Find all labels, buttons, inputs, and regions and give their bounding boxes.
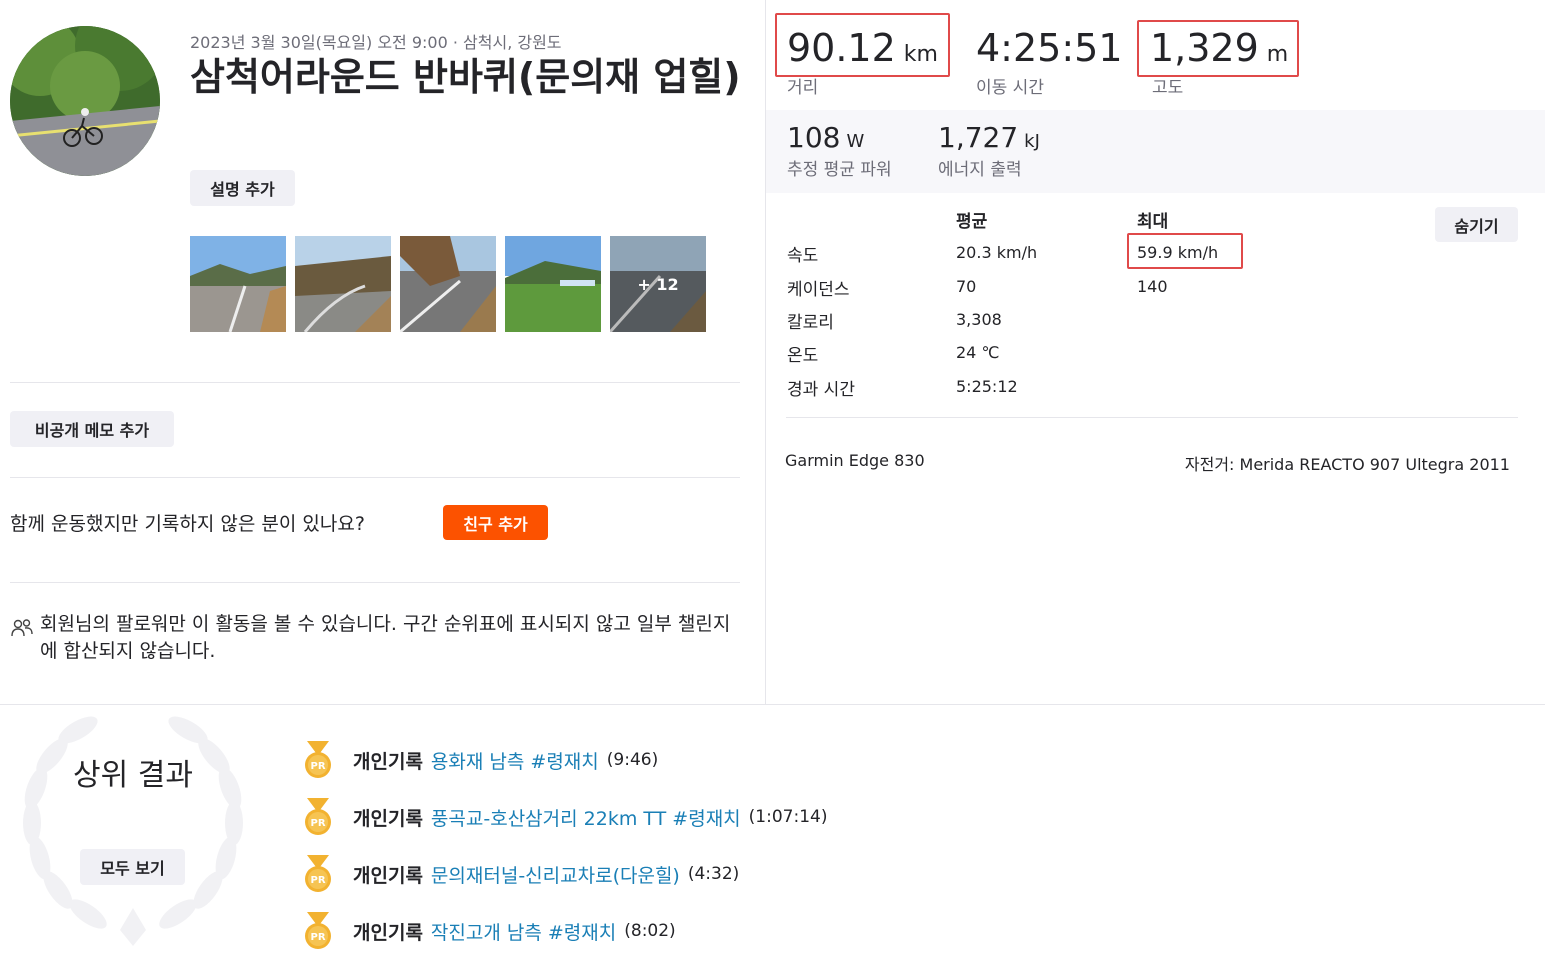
svg-text:PR: PR: [310, 818, 325, 829]
divider: [10, 477, 740, 478]
speed-avg: 20.3 km/h: [956, 243, 1038, 262]
pr-list-item: PR 개인기록 용화재 남측 #령재치 (9:46): [303, 740, 658, 780]
cadence-avg: 70: [956, 277, 977, 296]
pr-time: (9:46): [606, 750, 659, 770]
segment-link[interactable]: 용화재 남측 #령재치: [431, 747, 599, 774]
calories-avg: 3,308: [956, 310, 1002, 329]
pr-time: (4:32): [687, 864, 740, 884]
activity-meta: 2023년 3월 30일(목요일) 오전 9:00 · 삼척시, 강원도: [190, 33, 562, 52]
avatar-photo: [10, 26, 160, 176]
power-value: 108 W: [787, 121, 865, 154]
photo-more[interactable]: + 12: [610, 236, 706, 332]
pr-medal-icon: PR: [305, 912, 331, 949]
col-header-avg: 평균: [956, 212, 988, 232]
add-friend-button[interactable]: 친구 추가: [443, 505, 548, 540]
add-private-note-button[interactable]: 비공개 메모 추가: [10, 411, 174, 447]
pr-list-item: PR 개인기록 풍곡교-호산삼거리 22km TT #령재치 (1:07:14): [303, 797, 827, 837]
top-results-title: 상위 결과: [73, 758, 193, 793]
athlete-avatar[interactable]: [10, 26, 160, 176]
segment-link[interactable]: 풍곡교-호산삼거리 22km TT #령재치: [431, 804, 741, 831]
followers-icon: [10, 617, 34, 639]
pr-time: (8:02): [624, 921, 676, 941]
svg-text:PR: PR: [310, 761, 325, 772]
col-header-max: 최대: [1137, 212, 1169, 232]
pr-medal-icon: PR: [305, 798, 331, 835]
bike-name[interactable]: 자전거: Merida REACTO 907 Ultegra 2011: [1185, 451, 1510, 475]
divider: [10, 382, 740, 383]
privacy-notice: 회원님의 팔로워만 이 활동을 볼 수 있습니다. 구간 순위표에 표시되지 않…: [40, 613, 731, 662]
photo-strip: + 12: [190, 236, 706, 332]
moving-time-value: 4:25:51: [976, 26, 1123, 70]
more-photos-count: + 12: [637, 274, 679, 294]
pr-list-item: PR 개인기록 문의재터널-신리교차로(다운힐) (4:32): [303, 854, 739, 894]
pr-list-item: PR 개인기록 작진고개 남측 #령재치 (8:02): [303, 911, 676, 951]
distance-value: 90.12 km: [787, 26, 938, 70]
elevation-label: 고도: [1152, 78, 1184, 98]
elevation-value: 1,329 m: [1150, 26, 1289, 70]
photo-thumbnail[interactable]: [190, 236, 286, 332]
pr-kind: 개인기록: [353, 750, 423, 773]
hide-details-button[interactable]: 숨기기: [1435, 207, 1518, 242]
row-label-cadence: 케이던스: [787, 280, 850, 300]
device-name: Garmin Edge 830: [785, 451, 925, 470]
section-divider: [0, 704, 1545, 705]
panel-divider: [765, 0, 766, 704]
pr-kind: 개인기록: [353, 807, 423, 830]
with-friends-question: 함께 운동했지만 기록하지 않은 분이 있나요?: [10, 513, 365, 535]
temperature-avg: 24 ℃: [956, 343, 1000, 362]
divider: [786, 417, 1518, 418]
moving-time-label: 이동 시간: [976, 78, 1044, 98]
row-label-speed: 속도: [787, 246, 819, 266]
activity-title: 삼척어라운드 반바퀴(문의재 업힐): [190, 55, 741, 99]
speed-max: 59.9 km/h: [1137, 243, 1219, 262]
add-description-button[interactable]: 설명 추가: [190, 170, 295, 206]
pr-time: (1:07:14): [748, 807, 828, 827]
power-label: 추정 평균 파워: [787, 160, 892, 180]
photo-thumbnail[interactable]: [295, 236, 391, 332]
laurel-wreath-icon: [23, 716, 243, 946]
see-all-button[interactable]: 모두 보기: [80, 849, 185, 885]
pr-medal-icon: PR: [305, 741, 331, 778]
distance-label: 거리: [787, 78, 819, 98]
elapsed-time-avg: 5:25:12: [956, 377, 1018, 396]
row-label-temperature: 온도: [787, 346, 819, 366]
svg-text:PR: PR: [310, 932, 325, 943]
cadence-max: 140: [1137, 277, 1168, 296]
pr-medal-icon: PR: [305, 855, 331, 892]
svg-text:PR: PR: [310, 875, 325, 886]
photo-thumbnail[interactable]: [400, 236, 496, 332]
pr-kind: 개인기록: [353, 921, 423, 944]
divider: [10, 582, 740, 583]
row-label-elapsed-time: 경과 시간: [787, 380, 855, 400]
segment-link[interactable]: 문의재터널-신리교차로(다운힐): [431, 861, 680, 888]
energy-label: 에너지 출력: [938, 160, 1022, 180]
energy-value: 1,727 kJ: [938, 121, 1040, 154]
pr-kind: 개인기록: [353, 864, 423, 887]
row-label-calories: 칼로리: [787, 313, 834, 333]
segment-link[interactable]: 작진고개 남측 #령재치: [431, 918, 616, 945]
power-band: [766, 110, 1545, 193]
photo-thumbnail[interactable]: [505, 236, 601, 332]
